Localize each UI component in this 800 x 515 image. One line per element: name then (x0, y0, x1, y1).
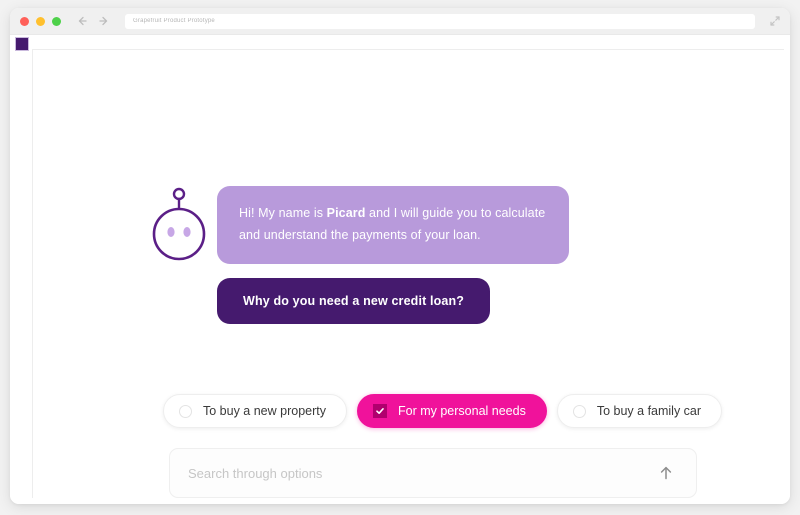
robot-avatar-icon (141, 172, 217, 262)
radio-unchecked-icon (179, 404, 192, 418)
maximize-window-button[interactable] (52, 16, 61, 26)
radio-unchecked-icon (572, 404, 586, 418)
option-label: To buy a family car (596, 404, 702, 418)
radio-checked-icon (373, 404, 387, 418)
back-arrow-icon[interactable] (76, 15, 88, 27)
arrow-up-icon[interactable] (656, 463, 676, 483)
options-row: To buy a new property For my personal ne… (163, 394, 723, 428)
option-chip-to-buy-a-family-car[interactable]: To buy a family car (556, 394, 723, 428)
bot-name: Picard (326, 206, 366, 220)
navigation-arrows (76, 15, 110, 27)
browser-titlebar: Grapefruit Product Prototype (10, 8, 790, 34)
expand-icon[interactable] (768, 14, 782, 28)
url-text: Grapefruit Product Prototype (133, 18, 215, 24)
option-label: To buy a new property (203, 404, 326, 418)
bot-message-row: Hi! My name is Picard and I will guide y… (141, 168, 701, 324)
url-bar[interactable]: Grapefruit Product Prototype (125, 13, 755, 29)
traffic-lights (20, 16, 61, 26)
close-window-button[interactable] (20, 16, 29, 26)
message-bubbles: Hi! My name is Picard and I will guide y… (217, 168, 701, 324)
option-chip-to-buy-a-new-property[interactable]: To buy a new property (163, 394, 347, 428)
app-canvas: Hi! My name is Picard and I will guide y… (32, 49, 784, 498)
browser-window: Grapefruit Product Prototype Hi! My name… (10, 8, 790, 504)
bot-question-bubble: Why do you need a new credit loan? (217, 277, 491, 324)
chat-conversation: Hi! My name is Picard and I will guide y… (141, 168, 701, 324)
search-options-box[interactable] (169, 448, 697, 498)
bot-greeting-bubble: Hi! My name is Picard and I will guide y… (217, 186, 569, 264)
bot-greeting-prefix: Hi! My name is (239, 206, 327, 220)
minimize-window-button[interactable] (36, 16, 45, 26)
option-label: For my personal needs (398, 404, 526, 418)
forward-arrow-icon[interactable] (98, 15, 110, 27)
page-content: Hi! My name is Picard and I will guide y… (10, 34, 790, 504)
option-chip-for-my-personal-needs[interactable]: For my personal needs (357, 394, 547, 428)
search-input[interactable] (188, 465, 656, 481)
app-badge (15, 37, 29, 51)
